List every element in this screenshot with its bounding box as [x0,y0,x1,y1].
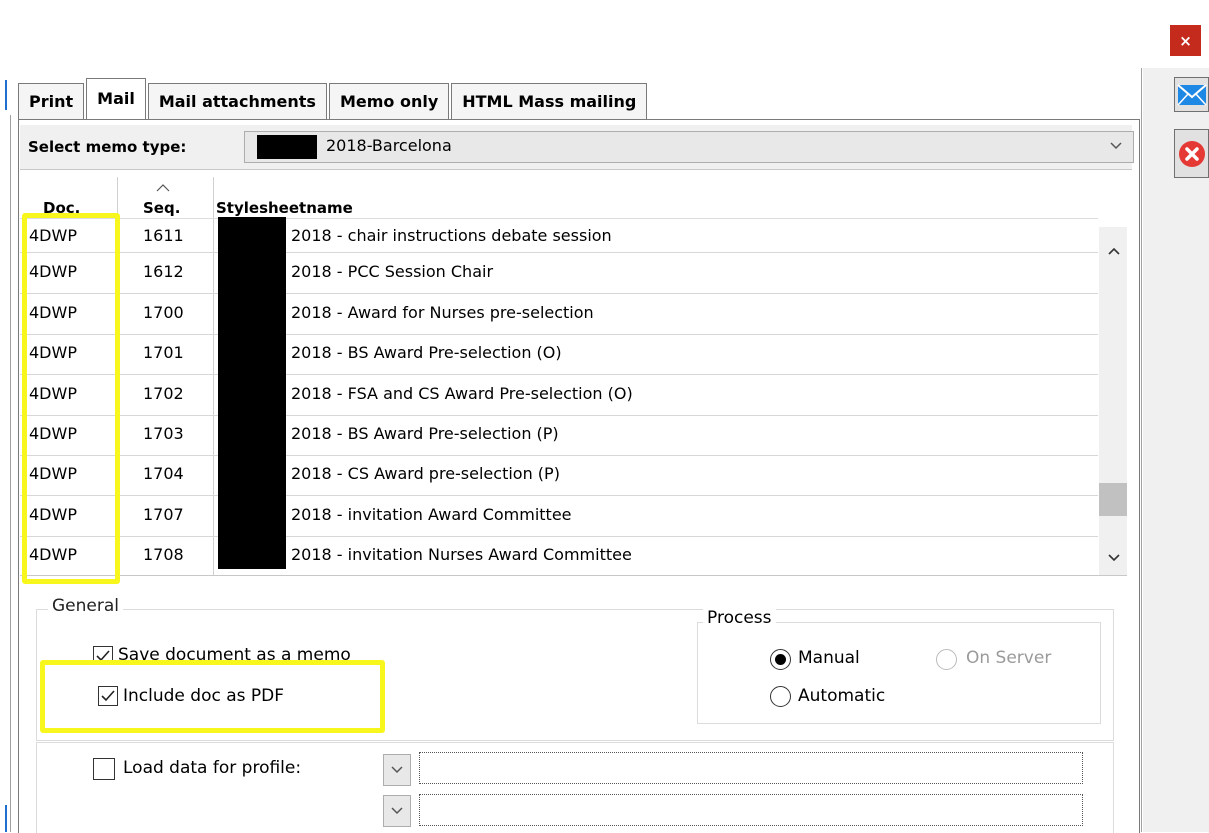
table-row[interactable]: 4DWP 1612 2018 - PCC Session Chair [20,253,1098,294]
load-profile-checkbox[interactable] [93,758,115,780]
vertical-scrollbar[interactable] [1099,227,1127,575]
tab-mail-attachments[interactable]: Mail attachments [147,83,327,120]
profile-field-2[interactable] [419,794,1083,826]
cell-seq: 1701 [143,343,184,362]
highlight-doc-column [22,213,120,584]
cell-seq: 1703 [143,424,184,443]
stylesheet-table: Doc. Seq. Stylesheetname 4DWP 1611 2018 … [20,177,1127,576]
process-manual-radio[interactable] [770,649,791,670]
load-profile-label: Load data for profile: [123,758,302,778]
action-strip [1143,68,1209,832]
include-pdf-label: Include doc as PDF [123,686,285,706]
tab-mail[interactable]: Mail [86,78,146,121]
panel-divider [1141,68,1142,832]
cell-seq: 1611 [143,226,184,245]
tab-print[interactable]: Print [18,83,85,120]
cell-seq: 1700 [143,303,184,322]
include-pdf-checkbox[interactable] [98,686,118,706]
table-row[interactable]: 4DWP 1701 2018 - BS Award Pre-selection … [20,334,1098,375]
table-row[interactable]: 4DWP 1611 2018 - chair instructions deba… [20,220,1098,253]
process-on-server-radio[interactable] [936,649,957,670]
process-automatic-label: Automatic [798,686,886,706]
profile-field[interactable] [419,752,1083,784]
close-window-button[interactable]: × [1170,25,1201,56]
cell-seq: 1704 [143,464,184,483]
cell-seq: 1702 [143,384,184,403]
sort-ascending-icon [156,177,170,196]
memo-type-row: Select memo type: 2018-Barcelona [20,125,1134,170]
cell-name: 2018 - invitation Award Committee [291,505,572,524]
cancel-button[interactable] [1174,129,1209,178]
window-edge [5,80,7,110]
cell-seq: 1708 [143,545,184,564]
process-legend: Process [703,608,776,628]
memo-type-label: Select memo type: [28,138,187,156]
cell-name: 2018 - FSA and CS Award Pre-selection (O… [291,384,633,403]
process-automatic-radio[interactable] [770,686,791,707]
process-group [697,622,1101,724]
profile-dropdown-button[interactable] [383,754,411,786]
panel-border [10,115,11,832]
scroll-up-icon[interactable] [1107,241,1121,260]
general-legend: General [48,596,123,616]
tab-memo-only[interactable]: Memo only [328,83,450,120]
table-row[interactable]: 4DWP 1702 2018 - FSA and CS Award Pre-se… [20,375,1098,416]
mail-icon [1176,83,1207,106]
cell-seq: 1612 [143,262,184,281]
scroll-down-icon[interactable] [1107,548,1121,567]
chevron-down-icon [1109,138,1123,154]
table-row[interactable]: 4DWP 1700 2018 - Award for Nurses pre-se… [20,294,1098,335]
checkmark-icon [101,690,115,702]
cell-name: 2018 - PCC Session Chair [291,262,494,281]
table-row[interactable]: 4DWP 1707 2018 - invitation Award Commit… [20,496,1098,537]
cancel-icon [1178,140,1205,167]
cell-name: 2018 - invitation Nurses Award Committee [291,545,632,564]
process-on-server-label: On Server [966,648,1052,668]
tab-html-mass-mailing[interactable]: HTML Mass mailing [451,83,648,120]
send-mail-button[interactable] [1174,77,1209,112]
chevron-down-icon [391,766,403,774]
scrollbar-thumb[interactable] [1099,483,1127,516]
cell-name: 2018 - Award for Nurses pre-selection [291,303,594,322]
chevron-down-icon [391,807,403,815]
cell-name: 2018 - BS Award Pre-selection (O) [291,343,562,362]
memo-type-value: 2018-Barcelona [326,136,452,155]
cell-name: 2018 - CS Award pre-selection (P) [291,464,560,483]
cell-name: 2018 - chair instructions debate session [291,226,612,245]
profile-dropdown-button-2[interactable] [383,795,411,827]
table-row[interactable]: 4DWP 1703 2018 - BS Award Pre-selection … [20,415,1098,456]
tab-bar: Print Mail Mail attachments Memo only HT… [18,76,649,121]
cell-name: 2018 - BS Award Pre-selection (P) [291,424,559,443]
redaction [257,135,317,159]
table-row[interactable]: 4DWP 1704 2018 - CS Award pre-selection … [20,455,1098,496]
process-manual-label: Manual [798,648,860,668]
cell-seq: 1707 [143,505,184,524]
redaction [218,217,286,569]
window-edge-bottom [5,805,7,832]
memo-type-select[interactable]: 2018-Barcelona [244,131,1134,163]
table-row[interactable]: 4DWP 1708 2018 - invitation Nurses Award… [20,536,1098,576]
header-divider [20,218,1098,219]
